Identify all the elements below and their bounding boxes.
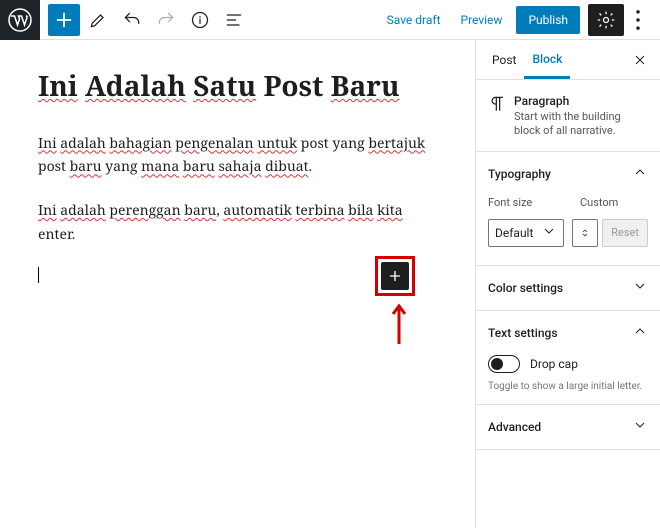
drop-cap-toggle[interactable]	[488, 355, 520, 373]
more-menu-icon[interactable]	[624, 4, 652, 36]
paragraph-1[interactable]: Ini adalah bahagian pengenalan untuk pos…	[38, 132, 437, 180]
color-settings-toggle[interactable]: Color settings	[476, 266, 660, 310]
undo-icon[interactable]	[116, 4, 148, 36]
tab-block[interactable]: Block	[524, 42, 570, 79]
info-icon[interactable]	[184, 4, 216, 36]
advanced-panel: Advanced	[476, 405, 660, 450]
block-desc: Start with the building block of all nar…	[514, 110, 648, 139]
color-settings-panel: Color settings	[476, 266, 660, 311]
top-toolbar: Save draft Preview Publish	[0, 0, 660, 40]
block-description: Paragraph Start with the building block …	[476, 80, 660, 152]
close-sidebar-icon[interactable]	[628, 48, 652, 72]
publish-button[interactable]: Publish	[516, 6, 580, 34]
editor-canvas[interactable]: Ini Adalah Satu Post Baru Ini adalah bah…	[0, 40, 475, 528]
chevron-down-icon	[541, 223, 557, 242]
sidebar-tabs: Post Block	[476, 40, 660, 80]
wordpress-logo[interactable]	[0, 0, 40, 40]
block-name: Paragraph	[514, 94, 648, 108]
chevron-up-icon	[632, 164, 648, 184]
drop-cap-hint: Toggle to show a large initial letter.	[488, 381, 648, 392]
drop-cap-label: Drop cap	[530, 357, 578, 371]
paragraph-2[interactable]: Ini adalah perenggan baru, automatik ter…	[38, 199, 437, 247]
settings-sidebar: Post Block Paragraph Start with the buil…	[475, 40, 660, 528]
annotation-arrow-icon	[391, 298, 407, 344]
chevron-up-icon	[632, 323, 648, 343]
preview-link[interactable]: Preview	[451, 7, 513, 33]
edit-mode-icon[interactable]	[82, 4, 114, 36]
save-draft-link[interactable]: Save draft	[377, 7, 451, 33]
settings-button[interactable]	[588, 4, 624, 36]
text-settings-panel: Text settings Drop cap Toggle to show a …	[476, 311, 660, 405]
redo-icon[interactable]	[150, 4, 182, 36]
tab-post[interactable]: Post	[484, 43, 524, 77]
paragraph-icon	[488, 94, 508, 139]
inline-add-block-button[interactable]	[381, 262, 409, 290]
chevron-down-icon	[632, 278, 648, 298]
font-size-label: Font size	[488, 196, 572, 209]
typography-panel-toggle[interactable]: Typography	[476, 152, 660, 196]
chevron-down-icon	[632, 417, 648, 437]
new-paragraph-cursor[interactable]	[38, 267, 437, 285]
text-settings-toggle[interactable]: Text settings	[476, 311, 660, 355]
post-title[interactable]: Ini Adalah Satu Post Baru	[38, 70, 437, 104]
custom-size-label: Custom	[580, 196, 648, 209]
outline-icon[interactable]	[218, 4, 250, 36]
advanced-panel-toggle[interactable]: Advanced	[476, 405, 660, 449]
custom-size-input[interactable]	[572, 219, 598, 247]
add-block-button[interactable]	[48, 4, 80, 36]
typography-panel: Typography Font size Custom Default	[476, 152, 660, 266]
font-size-select[interactable]: Default	[488, 219, 564, 247]
reset-button[interactable]: Reset	[602, 219, 648, 247]
